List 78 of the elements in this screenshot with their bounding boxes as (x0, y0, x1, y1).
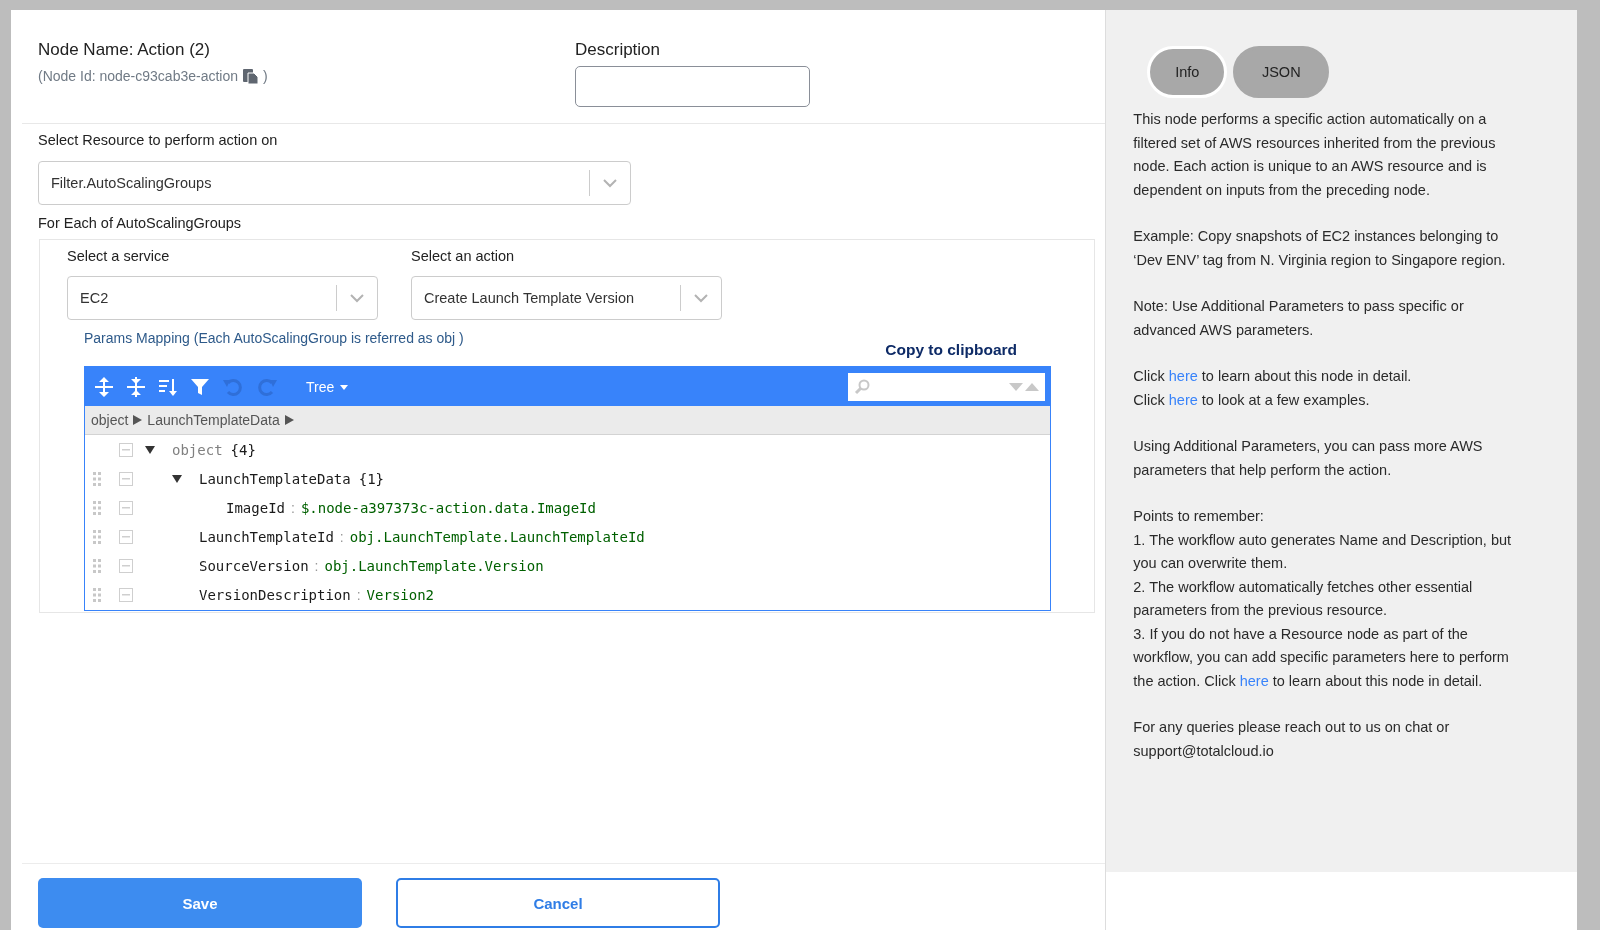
editor-search-field[interactable] (848, 372, 1045, 401)
info-paragraph: Using Additional Parameters, you can pass more AWS parameters that help perform the action. (1133, 437, 1484, 480)
action-label: Select an action (411, 248, 516, 264)
drag-handle-icon[interactable] (93, 587, 101, 602)
info-paragraph: For any queries please reach out to us on chat or support@totalcloud.io (1133, 718, 1451, 761)
previous-result-icon[interactable] (1025, 381, 1039, 392)
context-menu-icon[interactable] (119, 587, 133, 602)
info-paragraph: Click here to look at a few examples. (1133, 390, 1371, 410)
info-paragraph: Click here to learn about this node in detail. (1133, 367, 1413, 386)
tree-count: {4} (230, 441, 256, 458)
node-id-bracket: ) (263, 68, 268, 84)
context-menu-icon[interactable] (119, 471, 133, 486)
tree-separator: : (314, 557, 319, 574)
breadcrumb-item[interactable]: object (91, 412, 129, 428)
collapse-all-icon[interactable] (126, 375, 146, 398)
node-name: Node Name: Action (2) (38, 40, 211, 60)
sort-icon[interactable] (158, 376, 178, 397)
expand-toggle-icon[interactable] (172, 473, 182, 484)
service-select[interactable]: EC2 (67, 276, 378, 320)
context-menu-icon[interactable] (119, 558, 133, 573)
description-label: Description (575, 40, 662, 60)
save-button[interactable]: Save (38, 878, 362, 928)
search-icon (854, 378, 870, 395)
info-paragraph: Note: Use Additional Parameters to pass specific or advanced AWS parameters. (1133, 297, 1465, 340)
for-each-label: For Each of AutoScalingGroups (38, 215, 243, 231)
chevron-down-icon (694, 293, 708, 303)
tree-key: SourceVersion (199, 557, 309, 574)
panel-tab[interactable]: JSON (1233, 46, 1330, 98)
tree-key: VersionDescription (199, 586, 351, 603)
tree-separator: : (339, 528, 344, 545)
tree-key: ImageId (226, 499, 285, 516)
context-menu-icon[interactable] (119, 442, 133, 457)
description-field[interactable] (575, 66, 810, 107)
cancel-button[interactable]: Cancel (396, 878, 720, 928)
info-paragraph: 2. The workflow automatically fetches other essential parameters from the previous resource. (1133, 577, 1474, 620)
context-menu-icon[interactable] (119, 529, 133, 544)
tree-value: $.node-a397373c-action.data.ImageId (300, 499, 596, 516)
expand-all-icon[interactable] (94, 375, 114, 398)
tree-count: {1} (358, 470, 384, 487)
caret-icon (340, 385, 349, 391)
chevron-down-icon (603, 178, 617, 188)
resource-label: Select Resource to perform action on (38, 132, 279, 148)
tree-value: Version2 (366, 586, 435, 603)
tree-separator: : (356, 586, 361, 603)
breadcrumb-arrow-icon (133, 415, 143, 425)
tree-value: obj.LaunchTemplate.LaunchTemplateId (349, 528, 645, 545)
mode-dropdown[interactable]: Tree (300, 377, 355, 396)
breadcrumb-arrow-icon (284, 415, 294, 425)
tree-separator: : (291, 499, 295, 516)
copy-icon[interactable] (242, 68, 260, 84)
panel-tab[interactable]: Info (1147, 46, 1228, 98)
breadcrumb-item[interactable]: LaunchTemplateData (147, 412, 280, 428)
tree-key: LaunchTemplateData (199, 470, 351, 487)
filter-icon[interactable] (190, 376, 210, 397)
expand-toggle-icon[interactable] (145, 444, 155, 455)
tree-value: obj.LaunchTemplate.Version (324, 557, 544, 574)
drag-handle-icon[interactable] (93, 471, 101, 486)
drag-handle-icon[interactable] (93, 558, 101, 573)
undo-icon[interactable] (222, 376, 244, 397)
params-mapping-label: Params Mapping (Each AutoScalingGroup is referred as obj ) (84, 330, 464, 346)
info-paragraph: This node performs a specific action automatically on a filtered set of AWS resources inherited from the previous node. Each action is unique to an AWS resource and is dependent on inputs from the preceding node. (1133, 110, 1497, 200)
drag-handle-icon[interactable] (93, 500, 101, 515)
chevron-down-icon (350, 293, 364, 303)
info-paragraph: 3. If you do not have a Resource node as part of the workflow, you can add specific parameters here to perform the action. Click here to learn about this node in detail. (1133, 624, 1510, 691)
tree-key: LaunchTemplateId (199, 528, 334, 545)
drag-handle-icon[interactable] (93, 529, 101, 544)
service-label: Select a service (67, 248, 171, 264)
next-result-icon[interactable] (1009, 381, 1023, 392)
action-select[interactable]: Create Launch Template Version (411, 276, 722, 320)
resource-select[interactable]: Filter.AutoScalingGroups (38, 161, 631, 205)
node-id: (Node Id: node-c93cab3e-action (38, 68, 239, 84)
info-paragraph: 1. The workflow auto generates Name and Description, but you can overwrite them. (1133, 530, 1513, 573)
redo-icon[interactable] (256, 376, 278, 397)
tree-key: object (172, 441, 223, 458)
info-paragraph: Points to remember: (1133, 507, 1265, 526)
context-menu-icon[interactable] (119, 500, 133, 515)
copy-to-clipboard-link[interactable]: Copy to clipboard (885, 341, 1017, 359)
info-paragraph: Example: Copy snapshots of EC2 instances belonging to ‘Dev ENV’ tag from N. Virginia region to Singapore region. (1133, 227, 1507, 270)
